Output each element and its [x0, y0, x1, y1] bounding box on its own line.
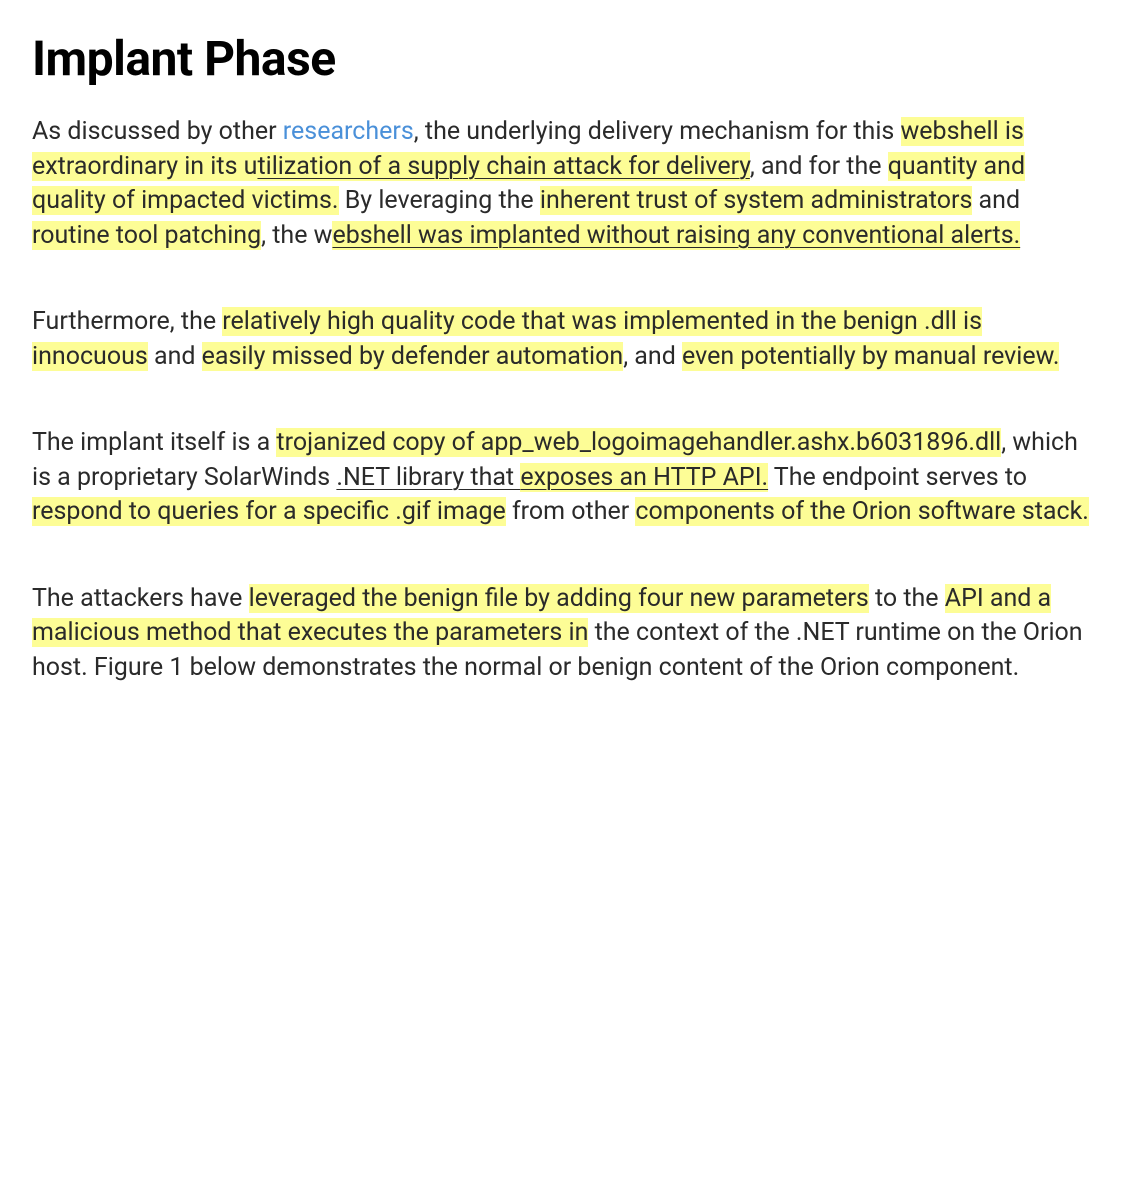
highlight: trojanized copy of app_web_logoimagehand… [276, 428, 1001, 457]
researchers-link[interactable]: researchers [283, 117, 414, 146]
highlight: leveraged the benign file by adding four… [249, 584, 869, 613]
highlight-underline: tilization of a supply chain attack for … [257, 152, 749, 181]
text-segment: from other [506, 497, 636, 526]
highlight: routine tool patching [32, 221, 261, 250]
section-title: Implant Phase [32, 30, 1089, 87]
highlight-underline: ebshell was implanted without raising an… [332, 221, 1020, 250]
paragraph-4: The attackers have leveraged the benign … [32, 582, 1089, 686]
text-segment: , and for the [750, 152, 888, 181]
text-segment: , the w [261, 221, 332, 250]
text-segment: As discussed by other [32, 117, 283, 146]
highlight: even potentially by manual review. [682, 342, 1059, 371]
text-segment: to the [869, 584, 945, 613]
text-segment: , the underlying delivery mechanism for … [414, 117, 901, 146]
underline: tilization of a supply chain attack for … [257, 152, 749, 181]
highlight: inherent trust of system administrators [540, 186, 972, 215]
text-segment: , and [623, 342, 682, 371]
paragraph-1: As discussed by other researchers, the u… [32, 115, 1089, 253]
paragraph-3: The implant itself is a trojanized copy … [32, 426, 1089, 530]
text-segment: By leveraging the [339, 186, 540, 215]
text-segment: The endpoint serves to [768, 463, 1027, 492]
text-segment: The attackers have [32, 584, 249, 613]
underline: .NET library that [336, 463, 520, 492]
text-segment: The implant itself is a [32, 428, 276, 457]
text-segment: Furthermore, the [32, 307, 222, 336]
highlight: components of the Orion software stack. [635, 497, 1088, 526]
highlight: respond to queries for a specific .gif i… [32, 497, 506, 526]
underline: ebshell was implanted without raising an… [332, 221, 1020, 250]
text-segment: and [148, 342, 202, 371]
underline: exposes an HTTP API. [520, 463, 768, 492]
highlight-underline: exposes an HTTP API. [520, 463, 768, 492]
text-segment: and [972, 186, 1020, 215]
highlight: easily missed by defender automation [202, 342, 624, 371]
paragraph-2: Furthermore, the relatively high quality… [32, 305, 1089, 374]
